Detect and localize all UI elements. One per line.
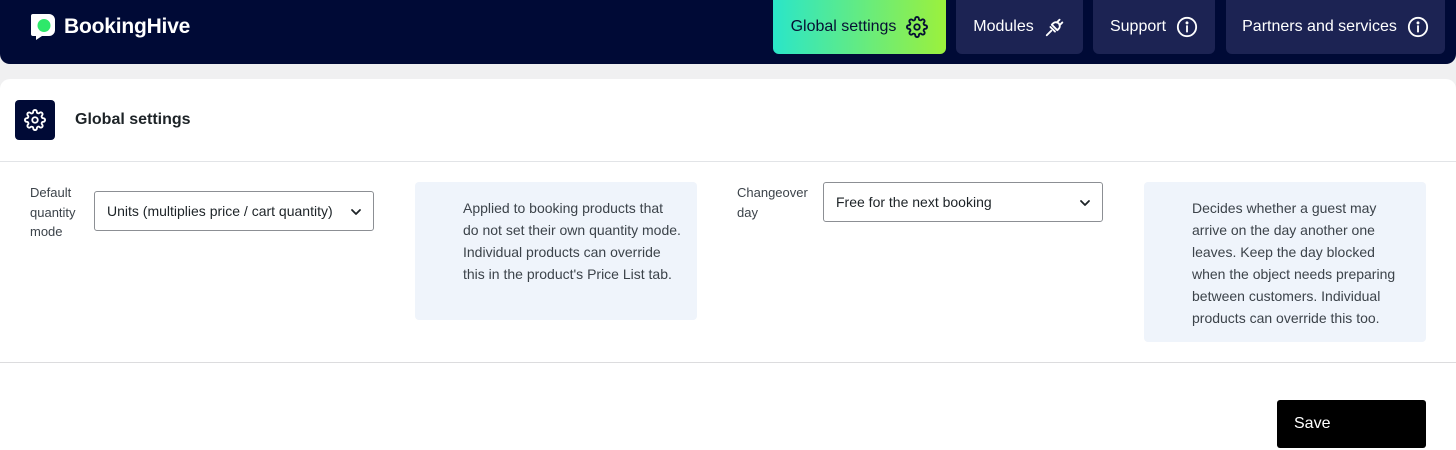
nav-tab-label: Global settings	[790, 18, 897, 35]
quantity-mode-help: Applied to booking products that do not …	[415, 182, 697, 320]
nav-tab-partners-and-services[interactable]: Partners and services	[1226, 0, 1445, 54]
quantity-mode-label: Default quantity mode	[30, 185, 76, 239]
page-title: Global settings	[75, 111, 191, 128]
changeover-day-value: Free for the next booking	[836, 194, 992, 210]
save-button[interactable]: Save	[1277, 400, 1426, 448]
chevron-down-icon	[1080, 200, 1090, 206]
gear-icon	[24, 109, 46, 131]
nav-tab-label: Partners and services	[1242, 18, 1397, 35]
info-icon	[1407, 16, 1428, 38]
nav-tab-support[interactable]: Support	[1093, 0, 1215, 54]
plug-icon	[1045, 18, 1063, 37]
chevron-down-icon	[351, 209, 361, 215]
brand[interactable]: BookingHive	[30, 13, 190, 41]
nav-tab-label: Support	[1109, 18, 1167, 35]
brand-name: BookingHive	[64, 15, 191, 38]
changeover-day-label: Changeover day	[737, 185, 808, 220]
page-title-icon-box	[15, 100, 55, 140]
info-icon	[1176, 16, 1198, 38]
quantity-mode-value: Units (multiplies price / cart quantity)	[107, 203, 333, 219]
gear-icon	[906, 16, 929, 38]
card-header: Global settings	[0, 79, 1456, 162]
changeover-day-help: Decides whether a guest may arrive on th…	[1144, 182, 1426, 342]
changeover-day-select[interactable]: Free for the next booking	[823, 182, 1103, 222]
top-navigation-bar: BookingHive Global settings Modules Supp…	[0, 0, 1456, 64]
brand-logo-icon	[31, 14, 55, 40]
nav-tab-modules[interactable]: Modules	[956, 0, 1083, 54]
section-divider	[0, 362, 1456, 363]
settings-card: Global settings Default quantity mode Un…	[0, 79, 1456, 450]
nav-tab-global-settings[interactable]: Global settings	[773, 0, 946, 54]
nav-tab-label: Modules	[973, 18, 1034, 35]
quantity-mode-select[interactable]: Units (multiplies price / cart quantity)	[94, 191, 374, 231]
